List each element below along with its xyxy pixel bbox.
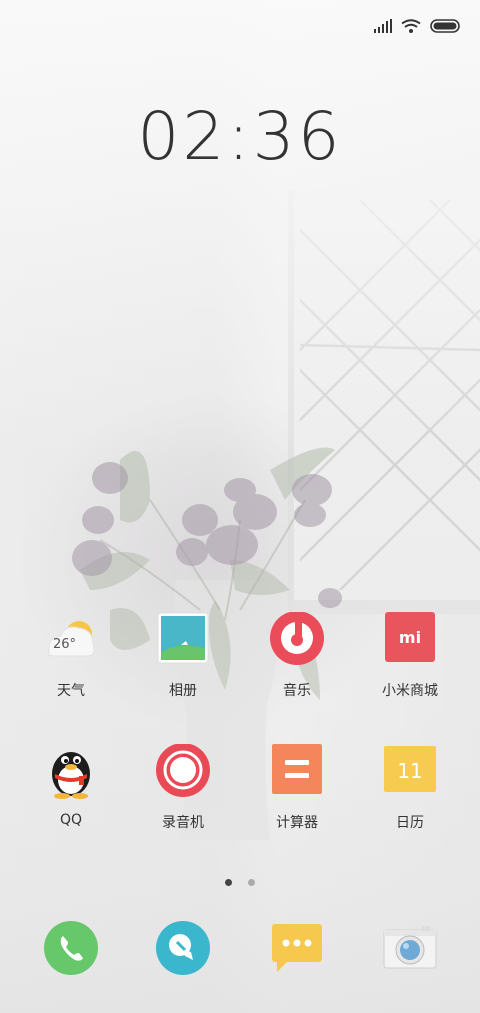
- app-mi-store[interactable]: mi 小米商城: [355, 612, 465, 700]
- status-bar: [374, 14, 460, 38]
- page-dot[interactable]: [247, 879, 255, 886]
- app-label: 小米商城: [382, 683, 438, 699]
- clock-time: 02:36: [137, 98, 343, 175]
- app-label: 天气: [57, 683, 85, 699]
- qq-penguin-icon: [52, 752, 90, 799]
- messages-icon: [272, 924, 322, 972]
- weather-icon: 26°: [48, 621, 95, 657]
- app-label: 录音机: [162, 815, 204, 831]
- calendar-day: 11: [397, 759, 422, 783]
- page-indicator: [0, 871, 480, 890]
- app-weather[interactable]: 26° 天气: [16, 612, 126, 700]
- recorder-icon: [156, 743, 210, 797]
- weather-temp: 26°: [53, 637, 76, 652]
- gallery-icon: [157, 612, 209, 664]
- app-calendar[interactable]: 11 日历: [355, 744, 465, 832]
- wifi-icon: [401, 19, 421, 33]
- phone-icon: [44, 921, 98, 975]
- app-label: 音乐: [283, 683, 311, 699]
- music-icon: [270, 611, 324, 665]
- app-label: 日历: [396, 815, 424, 831]
- app-label: 计算器: [276, 815, 318, 831]
- mi-store-icon: mi: [385, 612, 435, 662]
- mi-logo: mi: [399, 628, 421, 647]
- dock-camera[interactable]: [355, 920, 465, 976]
- dock-phone[interactable]: [16, 920, 126, 976]
- app-calculator[interactable]: 计算器: [242, 744, 352, 832]
- calculator-icon: [272, 744, 322, 794]
- calendar-icon: 11: [384, 746, 436, 792]
- app-qq[interactable]: QQ: [16, 744, 126, 828]
- page-dot-active[interactable]: [225, 879, 233, 886]
- app-label: 相册: [169, 683, 197, 699]
- browser-icon: [156, 921, 210, 975]
- camera-icon: [383, 926, 437, 969]
- app-gallery[interactable]: 相册: [128, 612, 238, 700]
- app-music[interactable]: 音乐: [242, 611, 352, 700]
- battery-icon: [430, 19, 460, 33]
- dock-messages[interactable]: [242, 920, 352, 976]
- app-label: QQ: [59, 812, 83, 828]
- app-recorder[interactable]: 录音机: [128, 743, 238, 832]
- dock-browser[interactable]: [128, 920, 238, 976]
- cellular-signal-icon: [374, 19, 392, 33]
